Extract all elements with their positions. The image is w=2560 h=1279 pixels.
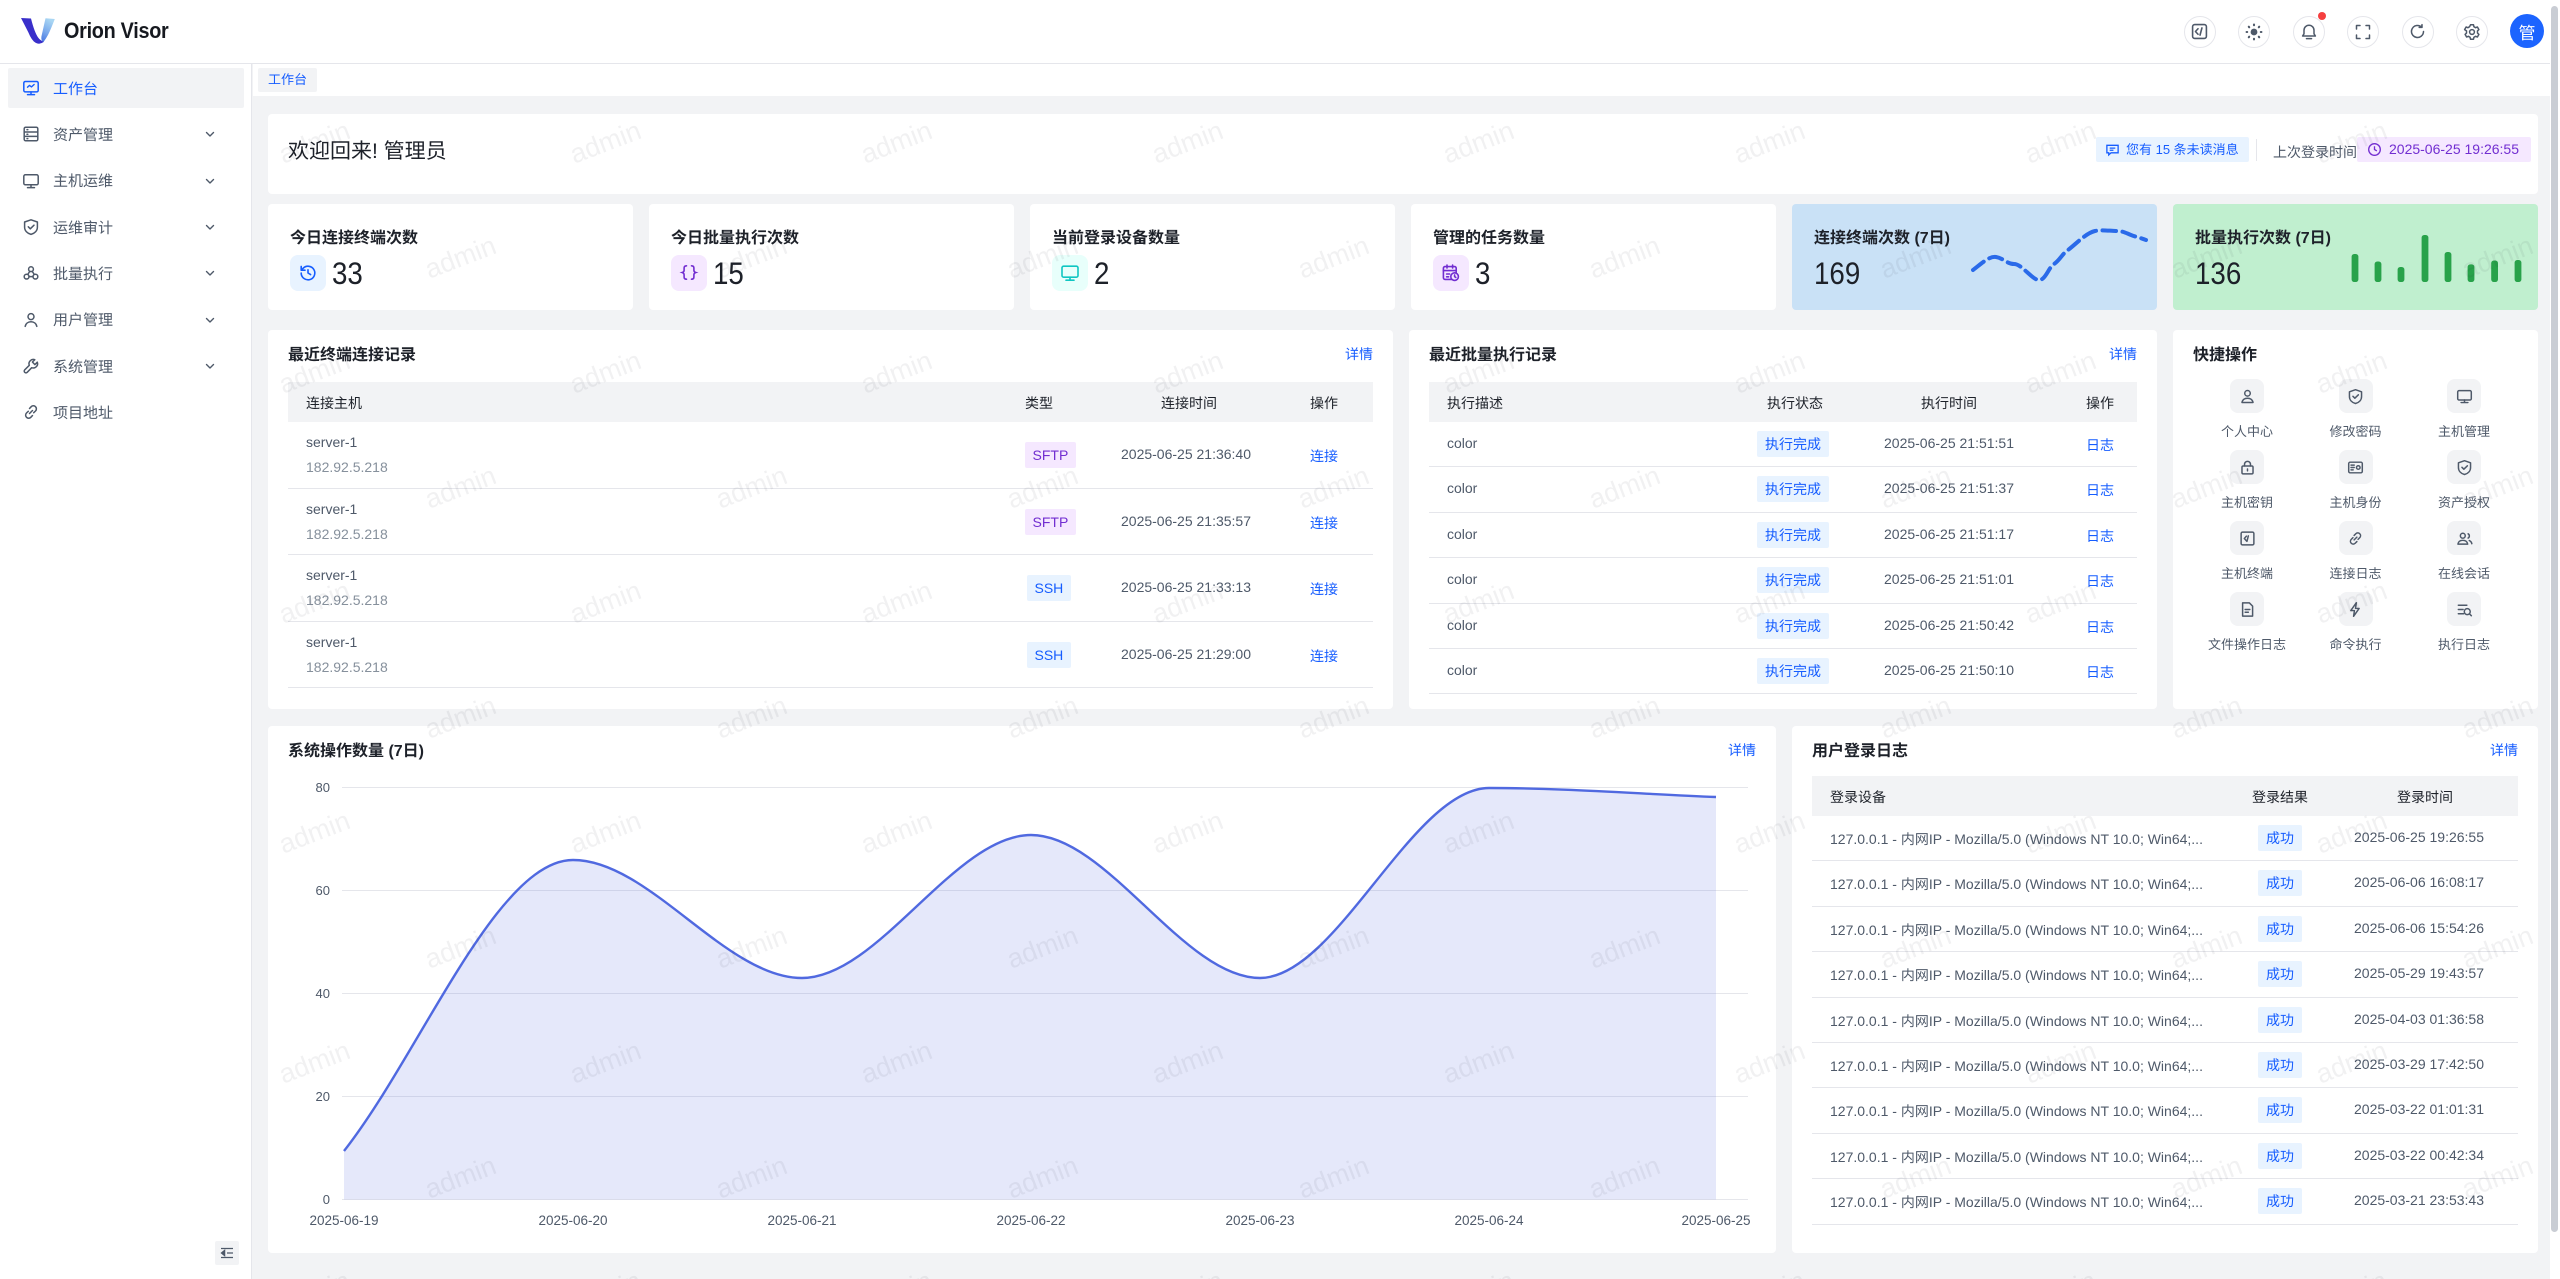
svg-text:2025-06-21: 2025-06-21 bbox=[767, 1213, 836, 1228]
svg-text:2025-06-25: 2025-06-25 bbox=[1681, 1213, 1750, 1228]
svg-text:2025-06-19: 2025-06-19 bbox=[309, 1213, 378, 1228]
svg-text:60: 60 bbox=[316, 883, 330, 898]
svg-text:2025-06-24: 2025-06-24 bbox=[1454, 1213, 1524, 1228]
svg-text:2025-06-20: 2025-06-20 bbox=[538, 1213, 607, 1228]
svg-text:0: 0 bbox=[323, 1192, 330, 1207]
svg-text:2025-06-23: 2025-06-23 bbox=[1225, 1213, 1294, 1228]
svg-text:20: 20 bbox=[316, 1089, 330, 1104]
svg-text:80: 80 bbox=[316, 780, 330, 795]
svg-text:40: 40 bbox=[316, 986, 330, 1001]
svg-text:2025-06-22: 2025-06-22 bbox=[996, 1213, 1065, 1228]
